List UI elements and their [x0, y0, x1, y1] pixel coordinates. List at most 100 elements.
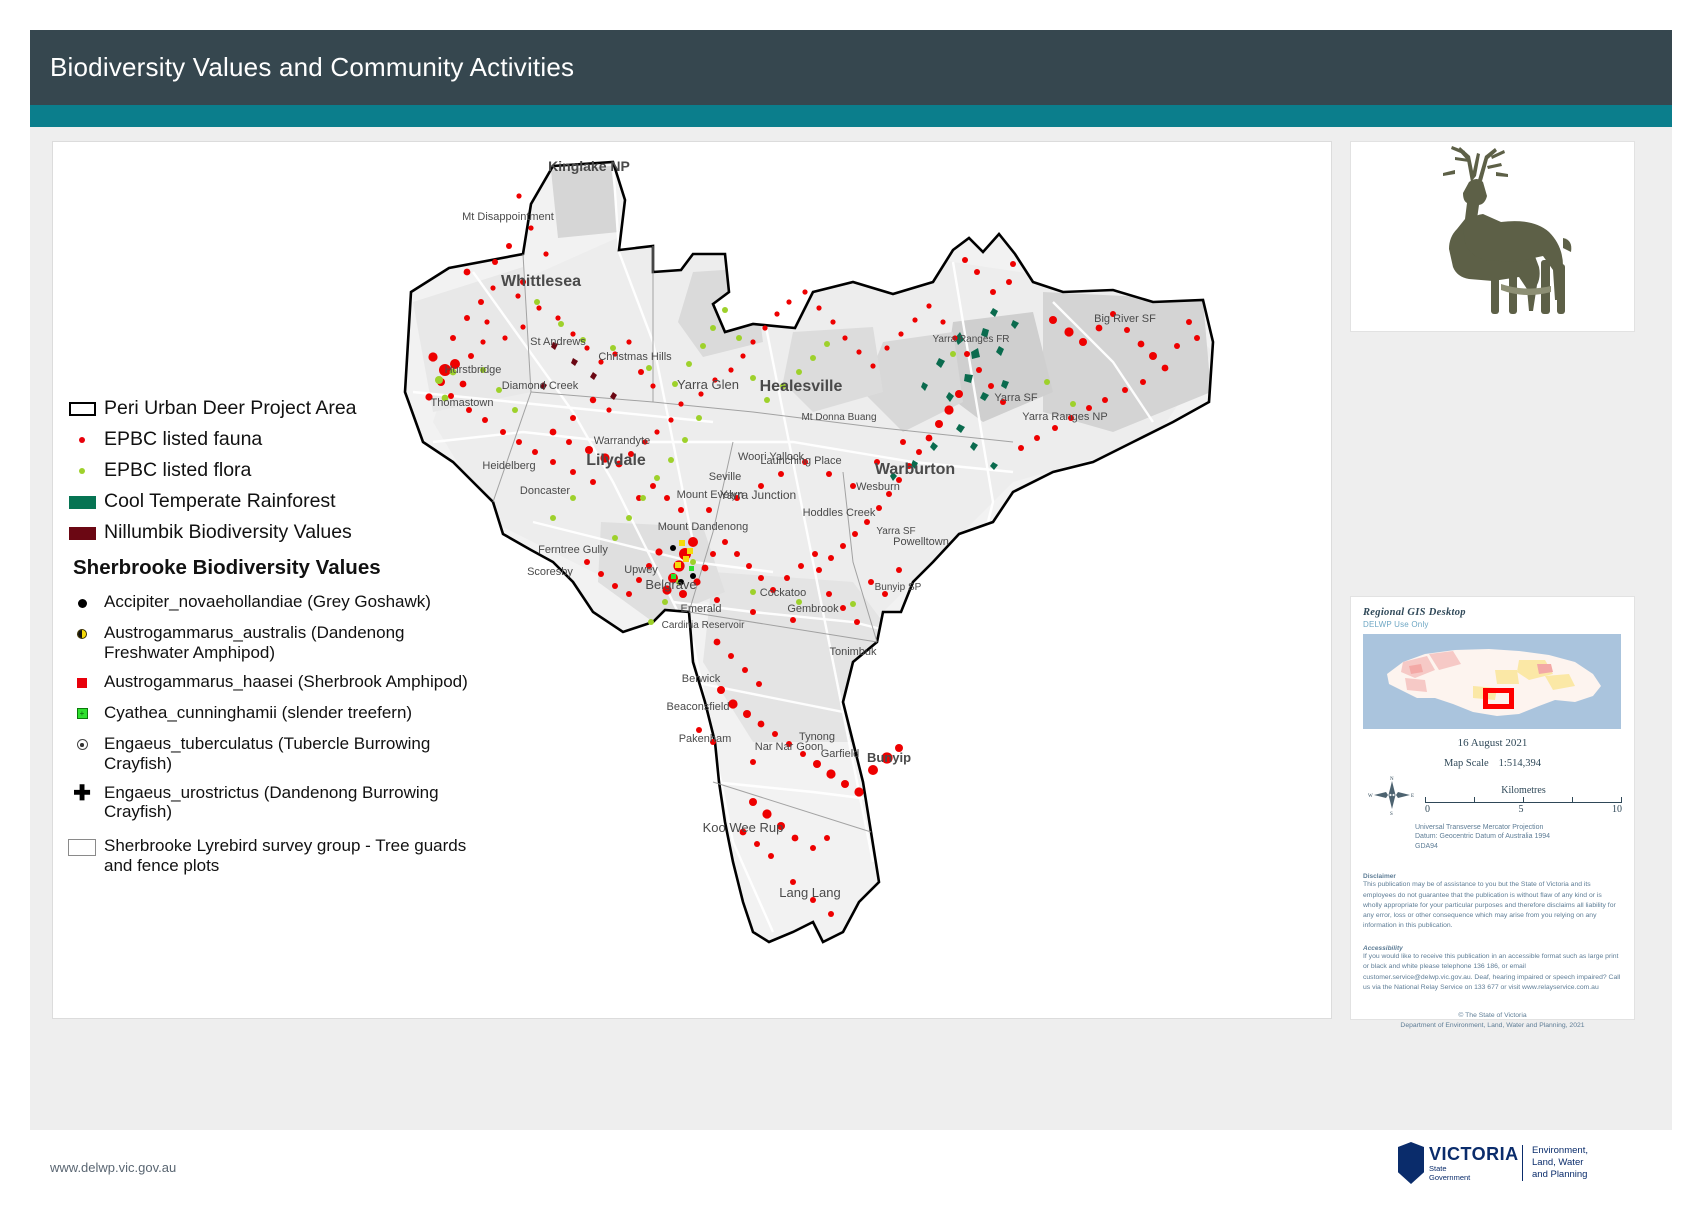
- map-scale-value: 1:514,394: [1498, 758, 1541, 769]
- map-place-label: Berwick: [682, 673, 721, 685]
- red-dot-icon: [64, 429, 100, 451]
- project-area-swatch-icon: [64, 398, 100, 420]
- plus-icon: ✚: [73, 781, 91, 805]
- legend-item-project-area[interactable]: Peri Urban Deer Project Area: [64, 397, 474, 420]
- scale-tick-0: 0: [1425, 804, 1430, 815]
- legend-item-nillumbik-biodiversity[interactable]: Nillumbik Biodiversity Values: [64, 521, 474, 544]
- logo-sub-text-1: State: [1429, 1164, 1447, 1173]
- map-place-label: Cardinia Reservoir: [662, 620, 745, 631]
- logo-sub-text-2: Government: [1429, 1173, 1471, 1182]
- map-place-label: Doncaster: [520, 485, 570, 497]
- victoria-crest-icon: [1398, 1142, 1424, 1184]
- legend-label: Sherbrooke Lyrebird survey group - Tree …: [104, 836, 467, 876]
- map-place-label: Mt Disappointment: [462, 211, 554, 223]
- map-place-label: Garfield: [821, 748, 860, 760]
- legend-item-grey-goshawk[interactable]: Accipiter_novaehollandiae (Grey Goshawk): [64, 592, 474, 614]
- map-place-label: Bunyip: [867, 750, 911, 765]
- legend-label: Nillumbik Biodiversity Values: [104, 521, 352, 543]
- victoria-government-logo: VICTORIA State Government: [1398, 1142, 1518, 1188]
- map-place-label: Mount Evelyn: [677, 489, 744, 501]
- map-place-label: Healesville: [760, 378, 843, 395]
- map-place-label: Hurstbridge: [445, 364, 502, 376]
- map-place-label: Yarra Ranges FR: [932, 334, 1009, 345]
- map-place-label: Koo Wee Rup: [703, 820, 784, 835]
- gis-panel-title: Regional GIS Desktop: [1363, 607, 1466, 618]
- map-place-label: Beaconsfield: [667, 701, 730, 713]
- scale-tick-2: 10: [1612, 804, 1622, 815]
- footer-website-url[interactable]: www.delwp.vic.gov.au: [50, 1160, 176, 1175]
- legend-label: Austrogammarus_haasei (Sherbrook Amphipo…: [104, 671, 468, 691]
- red-square-icon: [64, 672, 100, 694]
- legend-item-lyrebird-survey-group[interactable]: Sherbrooke Lyrebird survey group - Tree …: [64, 836, 474, 876]
- map-place-label: Heidelberg: [482, 460, 535, 472]
- page-title: Biodiversity Values and Community Activi…: [50, 52, 575, 82]
- map-place-label: Tynong: [799, 731, 835, 743]
- compass-n-label: N: [1390, 777, 1394, 782]
- legend-item-dandenong-burrowing-crayfish[interactable]: ✚ Engaeus_urostrictus (Dandenong Burrowi…: [64, 783, 474, 823]
- scale-bar: Kilometres 0 5 10: [1417, 785, 1622, 815]
- map-place-label: Powelltown: [893, 536, 949, 548]
- victoria-locator-map: [1363, 634, 1621, 729]
- map-place-label: Yarra Ranges NP: [1022, 411, 1107, 423]
- projection-info: Universal Transverse Mercator Projection…: [1363, 823, 1622, 851]
- map-date: 16 August 2021: [1457, 737, 1528, 749]
- scale-bar-ticks: 0 5 10: [1425, 804, 1622, 815]
- map-place-label: Lilydale: [586, 452, 646, 469]
- accessibility-text: If you would like to receive this public…: [1363, 953, 1621, 991]
- disclaimer-heading: Disclaimer: [1363, 873, 1396, 881]
- locator-extent-box: [1483, 688, 1514, 709]
- projection-line-1: Universal Transverse Mercator Projection: [1415, 824, 1544, 831]
- projection-line-3: GDA94: [1415, 842, 1438, 850]
- dept-line-2: Land, Water: [1532, 1157, 1584, 1168]
- victoria-state-shape-icon: [1387, 649, 1601, 716]
- map-place-label: Hoddles Creek: [803, 507, 876, 519]
- map-place-label: St Andrews: [530, 336, 586, 348]
- projection-line-2: Datum: Geocentric Datum of Australia 199…: [1415, 833, 1551, 841]
- victoria-logo-text: VICTORIA State Government: [1429, 1144, 1519, 1183]
- legend-item-epbc-fauna[interactable]: EPBC listed fauna: [64, 428, 474, 451]
- map-scale-row: Map Scale 1:514,394: [1363, 758, 1622, 769]
- department-logo-text: Environment, Land, Water and Planning: [1522, 1145, 1588, 1181]
- map-legend: Peri Urban Deer Project Area EPBC listed…: [64, 397, 474, 885]
- legend-item-cool-temperate-rainforest[interactable]: Cool Temperate Rainforest: [64, 490, 474, 513]
- scale-bar-segments: [1425, 797, 1622, 803]
- legend-label: Cool Temperate Rainforest: [104, 490, 336, 512]
- map-place-label: Cockatoo: [760, 587, 806, 599]
- legend-label: Peri Urban Deer Project Area: [104, 397, 357, 419]
- green-dot-icon: [64, 460, 100, 482]
- legend-section-heading: Sherbrooke Biodiversity Values: [73, 556, 381, 579]
- target-circle-icon: [64, 734, 100, 756]
- accessibility-heading: Accessibility: [1363, 945, 1403, 953]
- map-place-label: Lang Lang: [779, 885, 840, 900]
- dept-line-3: and Planning: [1532, 1169, 1588, 1180]
- map-place-label: Tonimbuk: [829, 646, 877, 658]
- deer-image-panel: [1350, 141, 1635, 332]
- legend-item-tubercle-burrowing-crayfish[interactable]: Engaeus_tuberculatus (Tubercle Burrowing…: [64, 734, 474, 774]
- map-place-label: Ferntree Gully: [538, 544, 608, 556]
- map-place-label: Upwey: [624, 564, 658, 576]
- scale-bar-units: Kilometres: [1501, 785, 1546, 796]
- header-accent-strip: [30, 105, 1672, 127]
- compass-rose-icon: N S E W: [1368, 777, 1414, 815]
- gis-info-panel: Regional GIS Desktop DELWP Use Only 16 A…: [1350, 596, 1635, 1029]
- deer-illustration-icon: [1443, 146, 1572, 314]
- legend-item-slender-treefern[interactable]: Cyathea_cunninghamii (slender treefern): [64, 703, 474, 725]
- dept-line-1: Environment,: [1532, 1145, 1588, 1156]
- logo-main-text: VICTORIA: [1429, 1144, 1519, 1164]
- map-place-label: Scoresby: [527, 566, 573, 578]
- map-place-label: Pakenham: [679, 733, 732, 745]
- map-place-label: Seville: [709, 471, 741, 483]
- maroon-box-icon: [64, 522, 100, 544]
- map-place-label: Gembrook: [787, 603, 839, 615]
- grey-rect-outline-icon: [64, 836, 100, 858]
- legend-item-epbc-flora[interactable]: EPBC listed flora: [64, 459, 474, 482]
- legend-label: Engaeus_urostrictus (Dandenong Burrowing…: [104, 782, 439, 822]
- map-place-label: Bunyip SP: [875, 582, 922, 593]
- legend-label: EPBC listed fauna: [104, 428, 263, 450]
- legend-item-sherbrook-amphipod[interactable]: Austrogammarus_haasei (Sherbrook Amphipo…: [64, 672, 474, 694]
- scale-tick-1: 5: [1518, 804, 1524, 815]
- legend-item-dandenong-freshwater-amphipod[interactable]: Austrogammarus_australis (Dandenong Fres…: [64, 623, 474, 663]
- map-place-label: Mount Dandenong: [658, 521, 749, 533]
- map-place-label: Belgrave: [645, 577, 696, 592]
- map-place-label: Woori Yallock: [738, 451, 805, 463]
